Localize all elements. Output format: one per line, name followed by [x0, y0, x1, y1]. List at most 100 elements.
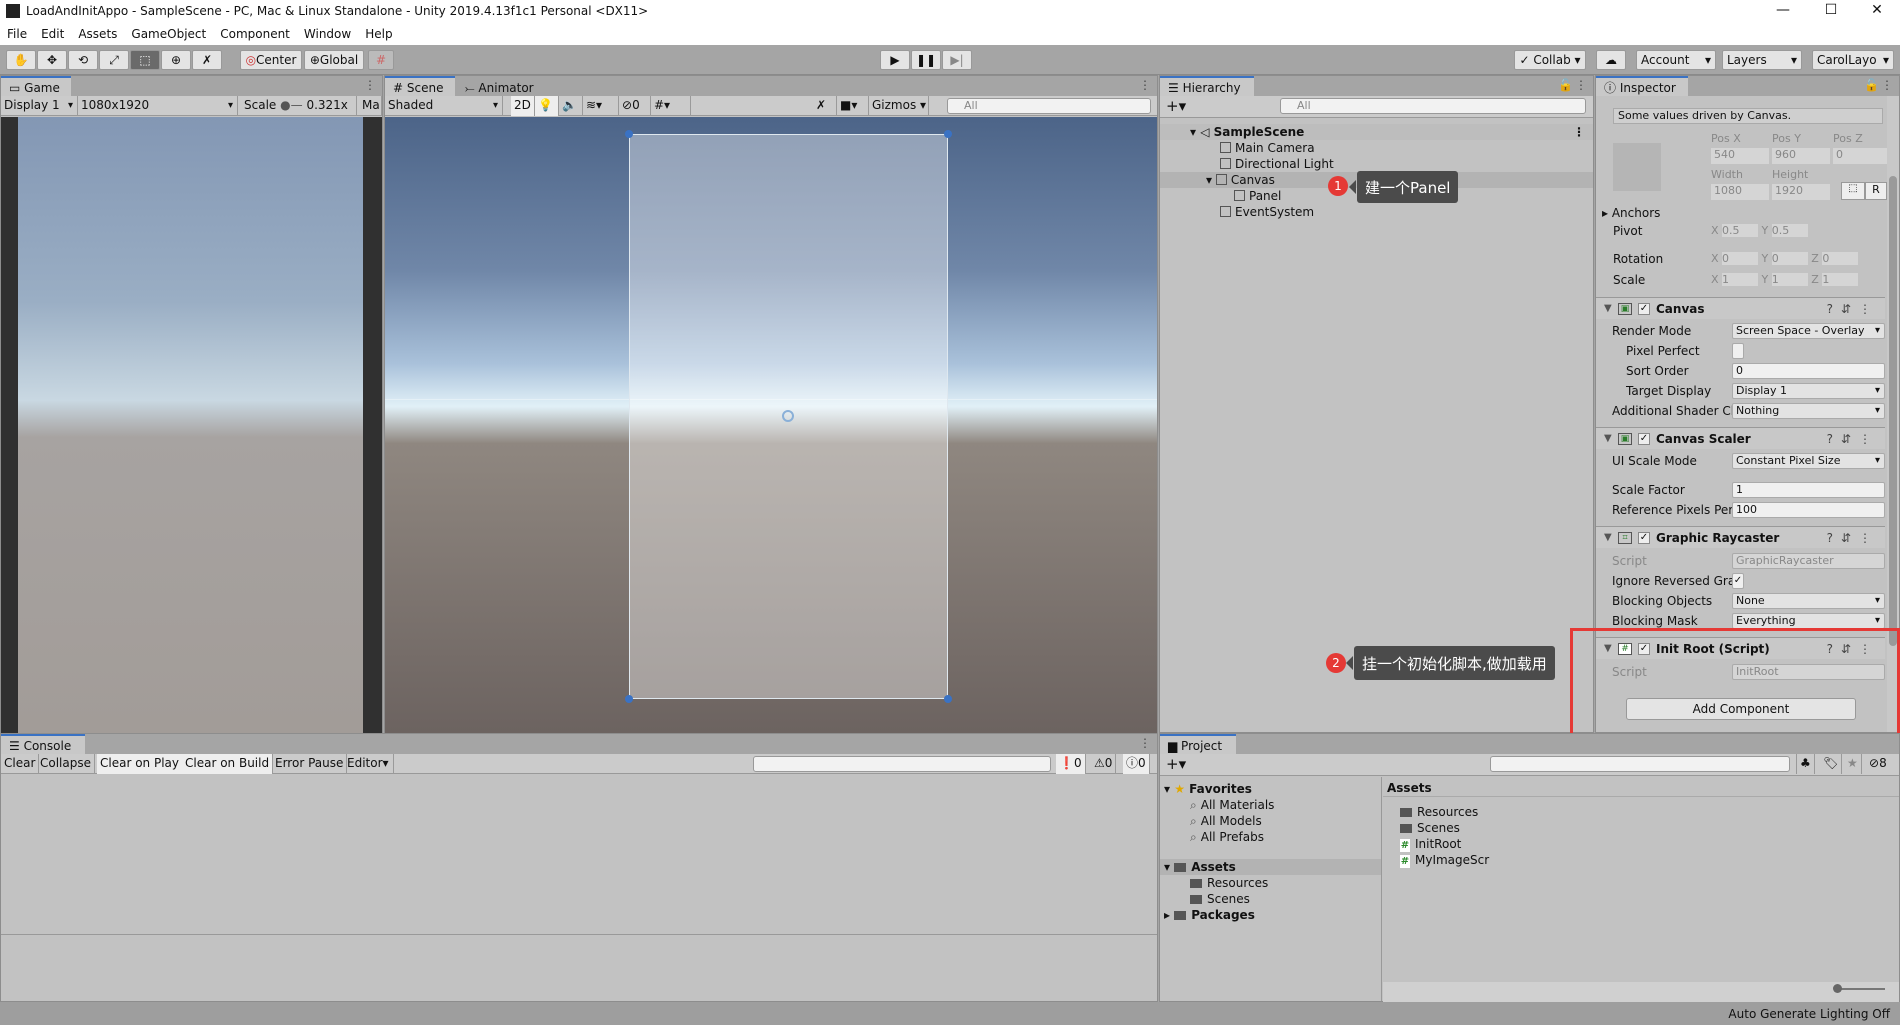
layers-dropdown[interactable]: Layers ▾ [1722, 50, 1802, 70]
favorite-all-materials[interactable]: ⌕ All Materials [1190, 797, 1274, 813]
project-search-input[interactable] [1490, 756, 1790, 772]
blueprint-mode-icon[interactable]: ⬚ [1841, 182, 1865, 200]
scene-search-input[interactable]: All [947, 98, 1151, 114]
enabled-checkbox[interactable]: ✓ [1638, 433, 1650, 445]
rotation-fields[interactable]: X 0 Y 0 Z 0 [1711, 252, 1859, 265]
pivot-x-field[interactable]: 0.5 [1722, 224, 1759, 237]
clear-on-build-toggle[interactable]: Clear on Build [182, 754, 274, 774]
canvas-scaler-header[interactable]: ▼ ▣ ✓ Canvas Scaler ?⇵⋮ [1596, 427, 1885, 449]
scale-fields[interactable]: X 1 Y 1 Z 1 [1711, 273, 1859, 286]
scale-tool-icon[interactable]: ⤢ [99, 50, 129, 70]
pivot-fields[interactable]: X 0.5 Y 0.5 [1711, 224, 1808, 237]
menu-help[interactable]: Help [358, 27, 399, 41]
hierarchy-item-panel[interactable]: Panel [1234, 188, 1281, 204]
width-field[interactable]: 1080 [1711, 184, 1769, 200]
tab-console[interactable]: ☰ Console [1, 734, 85, 754]
rotate-tool-icon[interactable]: ⟲ [68, 50, 98, 70]
posy-field[interactable]: 960 [1772, 148, 1830, 164]
close-button[interactable]: ✕ [1854, 0, 1900, 22]
favorite-all-prefabs[interactable]: ⌕ All Prefabs [1190, 829, 1264, 845]
tools-icon[interactable]: ✗ [813, 96, 837, 116]
audio-icon[interactable]: 🔈 [559, 96, 583, 116]
reference-pixels-field[interactable]: 100 [1732, 502, 1885, 518]
scene-viewport[interactable] [385, 117, 1157, 733]
sort-order-field[interactable]: 0 [1732, 363, 1885, 379]
hidden-packages-toggle[interactable]: ⊘8 [1866, 754, 1890, 774]
editor-dropdown[interactable]: Editor▾ [344, 754, 394, 774]
clear-on-play-toggle[interactable]: Clear on Play [97, 754, 183, 774]
lock-icon[interactable]: 🔓 [1864, 78, 1879, 92]
menu-file[interactable]: File [0, 27, 34, 41]
move-tool-icon[interactable]: ✥ [37, 50, 67, 70]
more-icon[interactable]: ⋮ [364, 78, 376, 92]
menu-window[interactable]: Window [297, 27, 358, 41]
rot-x-field[interactable]: 0 [1722, 252, 1759, 265]
ui-scale-mode-dropdown[interactable]: Constant Pixel Size [1732, 453, 1885, 469]
favorites-foldout[interactable]: ▾ ★ Favorites [1164, 781, 1252, 797]
scale-factor-field[interactable]: 1 [1732, 482, 1885, 498]
tab-game[interactable]: ▭ Game [1, 76, 71, 96]
slider-handle[interactable] [1833, 984, 1842, 993]
scene-root[interactable]: ▾ ◁ SampleScene ⋮ [1160, 124, 1593, 140]
add-icon[interactable]: +▾ [1166, 755, 1186, 773]
rect-handle[interactable] [625, 695, 633, 703]
2d-toggle[interactable]: 2D [511, 96, 535, 116]
collapse-button[interactable]: Collapse [37, 754, 95, 774]
layout-dropdown[interactable]: CarolLayo ▾ [1812, 50, 1894, 70]
tab-inspector[interactable]: ⓘ Inspector [1596, 76, 1688, 96]
play-button[interactable]: ▶ [880, 50, 910, 70]
component-tools-icons[interactable]: ?⇵⋮ [1827, 298, 1879, 320]
graphic-raycaster-header[interactable]: ▼ ⌗ ✓ Graphic Raycaster ?⇵⋮ [1596, 526, 1885, 548]
component-tools-icons[interactable]: ?⇵⋮ [1827, 527, 1879, 549]
asset-myimagescr[interactable]: # MyImageScr [1400, 852, 1489, 868]
more-icon[interactable]: ⋮ [1573, 124, 1585, 140]
height-field[interactable]: 1920 [1772, 184, 1830, 200]
console-search-input[interactable] [753, 756, 1051, 772]
maximize-on-play-button[interactable]: Ma [359, 96, 382, 116]
console-divider[interactable] [1, 934, 1157, 935]
step-button[interactable]: ▶| [942, 50, 972, 70]
clear-button[interactable]: Clear [1, 754, 40, 774]
menu-edit[interactable]: Edit [34, 27, 71, 41]
snap-icon[interactable]: # [368, 50, 394, 70]
game-viewport[interactable] [1, 117, 382, 733]
scale-z-field[interactable]: 1 [1822, 273, 1859, 286]
posx-field[interactable]: 540 [1711, 148, 1769, 164]
search-by-type-icon[interactable]: ♣ [1796, 754, 1815, 774]
assets-breadcrumb[interactable]: Assets [1383, 777, 1899, 797]
more-icon[interactable]: ⋮ [1139, 736, 1151, 750]
resolution-dropdown[interactable]: 1080x1920 [78, 96, 238, 116]
folder-scenes[interactable]: Scenes [1190, 891, 1250, 907]
menu-gameobject[interactable]: GameObject [124, 27, 213, 41]
tab-animator[interactable]: ⤚ Animator [457, 76, 547, 96]
shading-dropdown[interactable]: Shaded [385, 96, 503, 116]
enabled-checkbox[interactable]: ✓ [1638, 303, 1650, 315]
scale-slider[interactable]: Scale ●— 0.321x [241, 96, 357, 116]
transform-tool-icon[interactable]: ⊕ [161, 50, 191, 70]
pivot-center-button[interactable]: ◎ Center [240, 50, 302, 70]
scale-y-field[interactable]: 1 [1771, 273, 1808, 286]
warning-count-toggle[interactable]: ⚠0 [1091, 754, 1117, 774]
lock-icon[interactable]: 🔓 [1558, 78, 1573, 92]
lighting-icon[interactable]: 💡 [535, 96, 559, 116]
rect-handle[interactable] [944, 130, 952, 138]
account-dropdown[interactable]: Account ▾ [1636, 50, 1716, 70]
camera-icon[interactable]: ■▾ [837, 96, 869, 116]
tab-project[interactable]: ▆ Project [1160, 734, 1236, 754]
packages-folder[interactable]: ▸ Packages [1164, 907, 1255, 923]
asset-scenes[interactable]: Scenes [1400, 820, 1460, 836]
render-mode-dropdown[interactable]: Screen Space - Overlay [1732, 323, 1885, 339]
raw-edit-button[interactable]: R [1865, 182, 1887, 200]
rect-handle[interactable] [944, 695, 952, 703]
script-field[interactable]: GraphicRaycaster [1732, 553, 1885, 569]
rot-z-field[interactable]: 0 [1822, 252, 1859, 265]
rot-y-field[interactable]: 0 [1771, 252, 1808, 265]
anchor-preset-icon[interactable] [1613, 143, 1661, 191]
error-count-toggle[interactable]: ❗0 [1056, 754, 1086, 774]
menu-assets[interactable]: Assets [71, 27, 124, 41]
info-count-toggle[interactable]: ⓘ0 [1123, 754, 1150, 774]
more-icon[interactable]: ⋮ [1139, 78, 1151, 92]
pivot-handle[interactable] [782, 410, 794, 422]
tab-hierarchy[interactable]: ☰ Hierarchy [1160, 76, 1254, 96]
folder-resources[interactable]: Resources [1190, 875, 1268, 891]
